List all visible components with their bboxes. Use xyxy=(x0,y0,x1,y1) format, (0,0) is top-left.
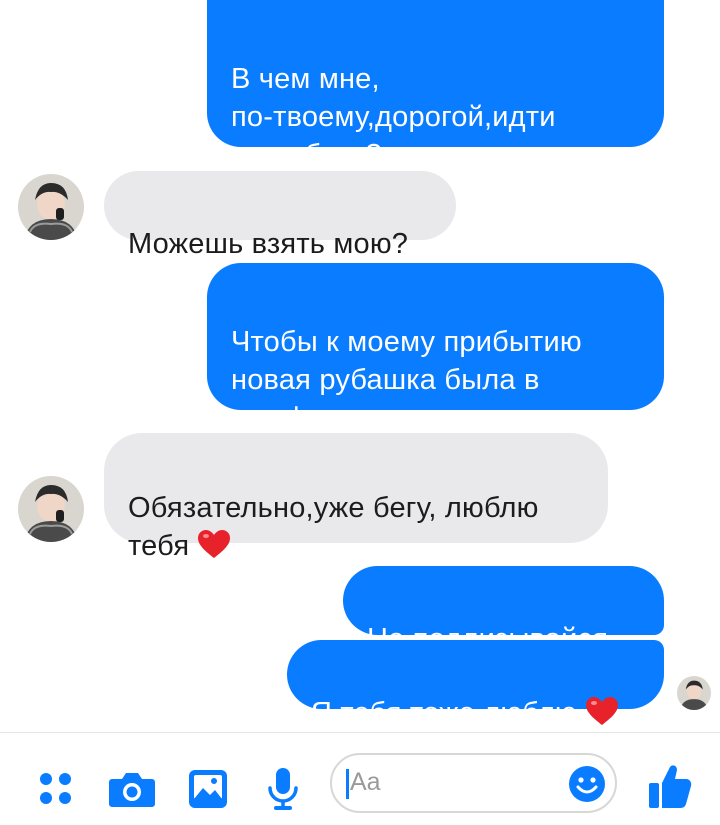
heart-emoji-icon xyxy=(197,529,231,559)
message-text: Я тебя тоже люблю xyxy=(311,697,577,729)
message-text: Можешь взять мою? xyxy=(128,228,409,260)
camera-icon[interactable] xyxy=(108,769,156,809)
incoming-message[interactable]: Можешь взять мою? xyxy=(104,171,456,260)
emoji-icon[interactable] xyxy=(568,765,606,803)
thumbs-up-icon[interactable] xyxy=(648,763,692,809)
read-receipt-avatar xyxy=(677,676,711,710)
outgoing-message[interactable]: В чем мне, по-твоему,дорогой,идти на раб… xyxy=(207,0,664,171)
outgoing-message[interactable]: Я тебя тоже люблю xyxy=(287,640,664,729)
message-text: Чтобы к моему прибытию новая рубашка был… xyxy=(231,326,582,434)
gallery-icon[interactable] xyxy=(188,769,228,809)
heart-emoji-icon xyxy=(585,696,619,726)
message-text: Обязательно,уже бегу, люблю тебя xyxy=(128,492,539,562)
message-list: В чем мне, по-твоему,дорогой,идти на раб… xyxy=(0,0,720,732)
apps-icon[interactable] xyxy=(36,769,76,809)
contact-avatar[interactable] xyxy=(18,174,84,240)
outgoing-message[interactable]: Не подлизывайся xyxy=(343,566,664,655)
message-input[interactable]: Aa xyxy=(330,753,617,813)
outgoing-message[interactable]: Чтобы к моему прибытию новая рубашка был… xyxy=(207,263,664,434)
microphone-icon[interactable] xyxy=(266,767,300,811)
message-input-placeholder: Aa xyxy=(350,768,381,796)
message-text: В чем мне, по-твоему,дорогой,идти на раб… xyxy=(231,63,556,171)
contact-avatar[interactable] xyxy=(18,476,84,542)
incoming-message[interactable]: Обязательно,уже бегу, люблю тебя xyxy=(104,433,608,562)
text-cursor xyxy=(346,769,349,799)
composer-toolbar: Aa xyxy=(0,732,720,825)
